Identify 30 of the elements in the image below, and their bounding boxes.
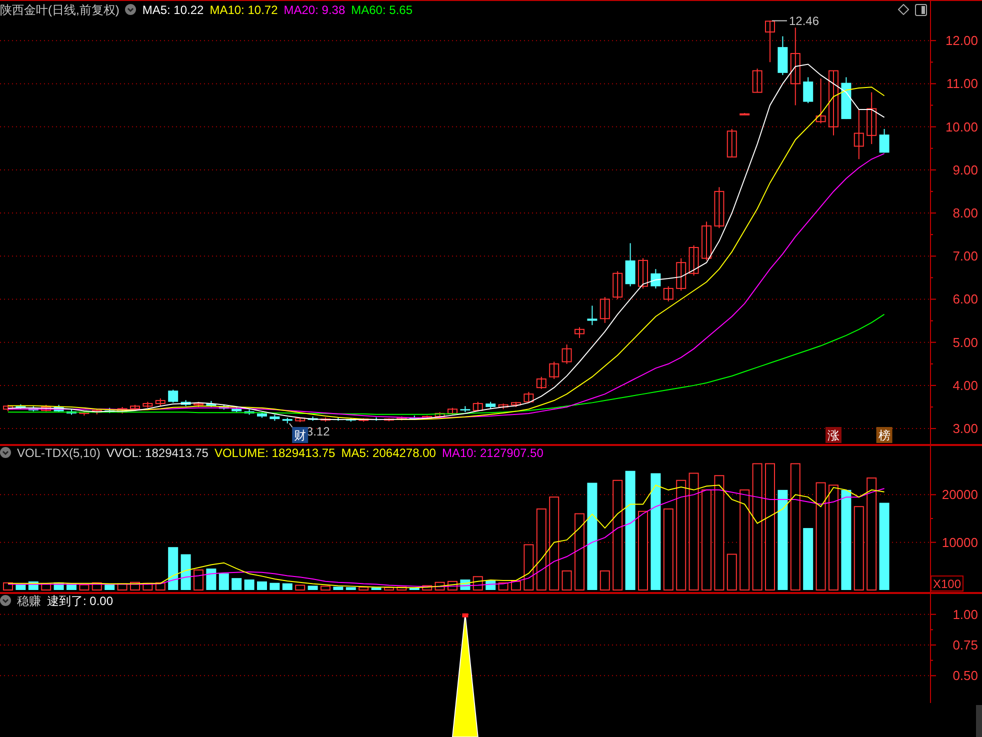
legend-text: MA5: 10.22 [142, 2, 204, 18]
axis-label: 6.00 [952, 292, 978, 307]
axis-label: 10.00 [945, 119, 978, 134]
chart-title: 陕西金叶(日线,前复权) [0, 2, 120, 18]
axis-label: 12.00 [945, 33, 978, 48]
axis-label: 0.75 [952, 638, 978, 653]
axis-label: 11.00 [946, 76, 978, 92]
axis-label: 5.00 [952, 334, 978, 350]
chart-title: 稳赚 [17, 592, 41, 610]
legend-text: MA10: 2127907.50 [442, 444, 544, 462]
axis-label: 1.00 [952, 606, 978, 622]
axis-label: 8.00 [952, 206, 978, 221]
legend-text: 逮到了: 0.00 [47, 592, 114, 610]
axis-label: 20000 [942, 487, 978, 502]
legend-text: MA5: 2064278.00 [341, 444, 436, 462]
axis-label: 4.00 [952, 378, 978, 393]
axis-label: 7.00 [952, 248, 978, 264]
unit-label: X100 [930, 576, 964, 592]
legend-text: VVOL: 1829413.75 [106, 444, 208, 462]
axis-label: 3.00 [952, 421, 978, 436]
price-label: 12.46 [789, 14, 820, 28]
legend-text: VOLUME: 1829413.75 [214, 444, 336, 462]
axis-label: 0.50 [952, 668, 978, 684]
legend-text: MA10: 10.72 [210, 2, 278, 18]
axis-label: 9.00 [952, 162, 978, 178]
price-label: 3.12 [306, 424, 330, 438]
legend-text: MA60: 5.65 [351, 2, 412, 18]
legend-text: MA20: 9.38 [284, 2, 346, 18]
chart-title: VOL-TDX(5,10) [17, 444, 100, 462]
axis-label: 10000 [942, 534, 978, 550]
